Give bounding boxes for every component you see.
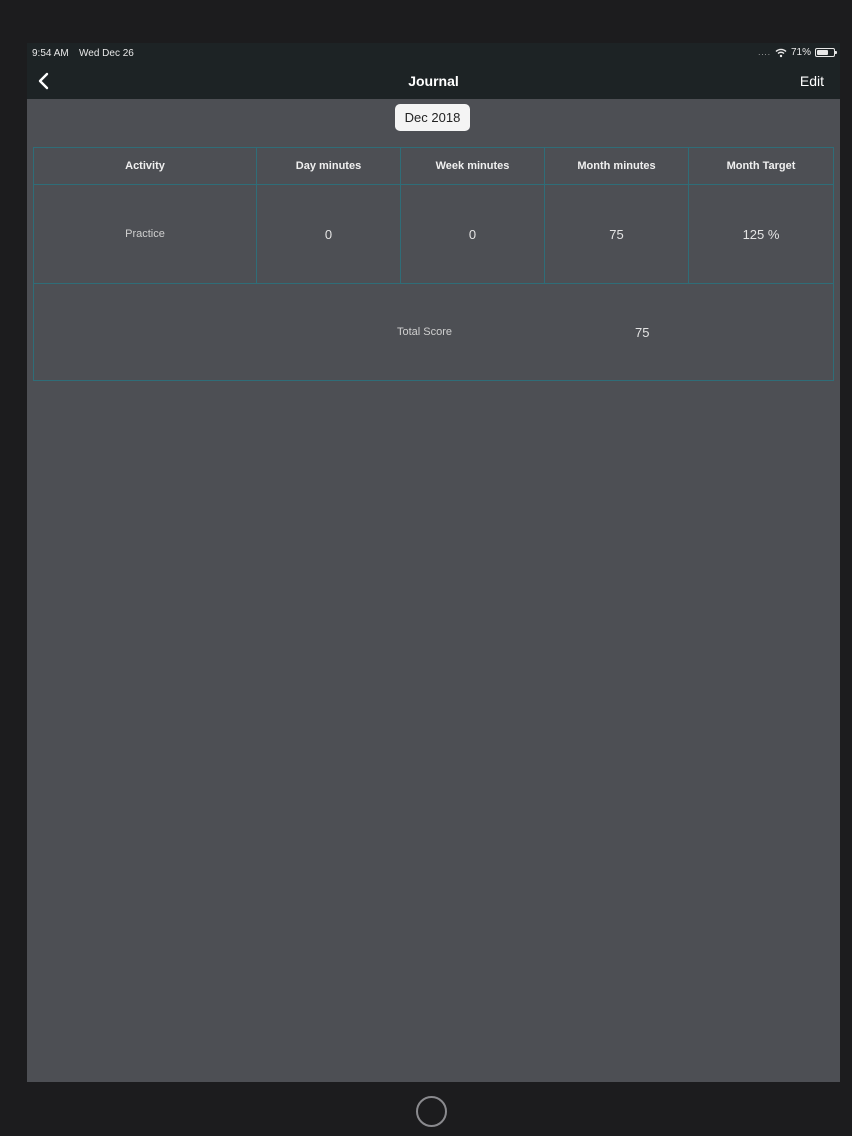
battery-percent: 71% bbox=[790, 47, 811, 58]
status-bar: 9:54 AM Wed Dec 26 .... 71% bbox=[27, 43, 840, 63]
cell-month-minutes: 75 bbox=[545, 185, 689, 283]
table-header-row: Activity Day minutes Week minutes Month … bbox=[34, 148, 833, 185]
total-score-row: Total Score 75 bbox=[34, 284, 833, 380]
header-day-minutes: Day minutes bbox=[257, 148, 401, 184]
wifi-icon bbox=[775, 48, 787, 57]
battery-fill bbox=[817, 50, 828, 55]
total-score-value: 75 bbox=[635, 325, 650, 340]
header-month-target: Month Target bbox=[726, 160, 796, 172]
table-row[interactable]: Practice 0 0 75 125 % bbox=[34, 185, 833, 284]
header-month-minutes: Month minutes bbox=[545, 148, 689, 184]
journal-table: Activity Day minutes Week minutes Month … bbox=[33, 147, 834, 381]
status-time: 9:54 AM bbox=[32, 48, 69, 59]
status-right: .... 71% bbox=[758, 47, 837, 58]
page-title: Journal bbox=[408, 73, 459, 89]
month-selector[interactable]: Dec 2018 bbox=[395, 104, 470, 131]
cell-month-target: 125 % bbox=[742, 226, 780, 242]
header-activity: Activity bbox=[34, 148, 257, 184]
navigation-bar: Journal Edit bbox=[27, 63, 840, 99]
status-date: Wed Dec 26 bbox=[79, 48, 134, 59]
signal-icon: .... bbox=[758, 48, 771, 57]
cell-activity: Practice bbox=[34, 185, 257, 283]
battery-icon bbox=[815, 48, 837, 57]
total-score-label: Total Score bbox=[397, 326, 453, 338]
cell-day-minutes: 0 bbox=[257, 185, 401, 283]
cell-week-minutes: 0 bbox=[401, 185, 545, 283]
edit-button[interactable]: Edit bbox=[800, 73, 824, 89]
header-week-minutes: Week minutes bbox=[401, 148, 545, 184]
app-screen: 9:54 AM Wed Dec 26 .... 71% Journal Edit… bbox=[27, 43, 840, 1082]
home-button[interactable] bbox=[416, 1096, 447, 1127]
